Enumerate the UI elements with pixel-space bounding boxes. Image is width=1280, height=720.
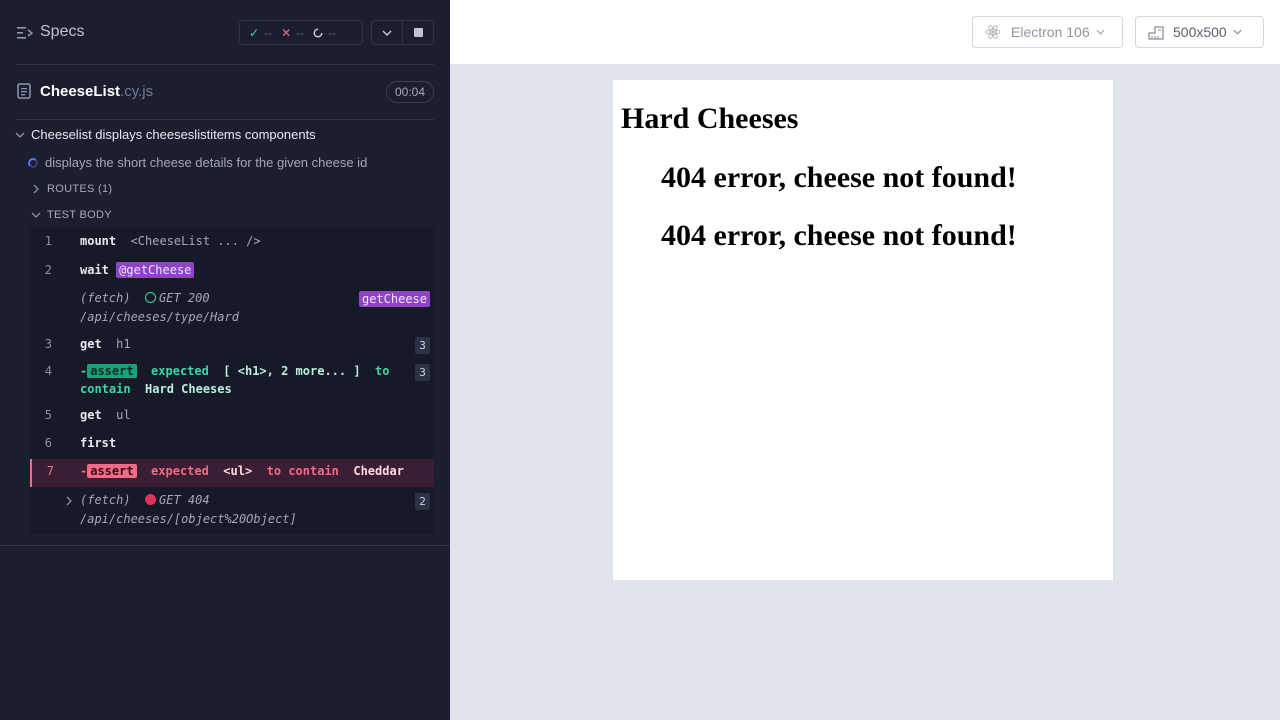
command-row[interactable]: 2 wait @getCheese: [30, 262, 434, 283]
reporter-panel: Specs ✓ -- ✕ -- -- CheeseList.cy.js 00:0…: [0, 0, 450, 720]
duration-badge: 00:04: [386, 81, 434, 103]
routes-toggle[interactable]: ROUTES (1): [30, 183, 112, 195]
stat-pending: --: [313, 26, 336, 40]
chevron-down-icon: [31, 212, 41, 218]
request-count-badge: 2: [415, 493, 430, 510]
suite-title-row[interactable]: Cheeselist displays cheeseslistitems com…: [14, 127, 316, 142]
stat-passed: ✓ --: [249, 25, 273, 40]
test-title-row[interactable]: displays the short cheese details for th…: [28, 155, 367, 170]
chevron-right-icon: [33, 184, 39, 194]
viewport-selector[interactable]: 500x500: [1135, 16, 1264, 48]
command-row[interactable]: 5 get ul: [30, 408, 434, 428]
divider: [16, 119, 434, 120]
test-body-toggle[interactable]: TEST BODY: [30, 209, 112, 221]
alias-badge[interactable]: getCheese: [358, 291, 430, 307]
command-row[interactable]: 3 get h1 3: [30, 337, 434, 357]
list-item: 404 error, cheese not found!: [661, 161, 1017, 194]
aut-iframe: Hard Cheeses 404 error, cheese not found…: [613, 80, 1113, 580]
ruler-icon: [1148, 26, 1164, 40]
test-stats: ✓ -- ✕ -- --: [239, 20, 363, 45]
page-heading: Hard Cheeses: [621, 102, 799, 135]
running-spinner-icon: [28, 157, 38, 168]
chevron-down-icon: [15, 132, 25, 138]
assert-row[interactable]: 4 - assert expected [ <h1>, 2 more... ] t…: [30, 364, 434, 400]
browser-selector[interactable]: Electron 106: [972, 16, 1123, 48]
pending-status-icon: [145, 292, 157, 303]
fetch-row[interactable]: (fetch) GET 404 /api/cheeses/[object%20O…: [30, 493, 434, 531]
fetch-row[interactable]: (fetch) GET 200 /api/cheeses/type/Hard g…: [30, 291, 434, 329]
element-count-badge: 3: [415, 337, 430, 354]
stat-failed: ✕ --: [281, 25, 305, 40]
spec-file-row: CheeseList.cy.js 00:04: [0, 72, 450, 112]
list-item: 404 error, cheese not found!: [661, 219, 1017, 252]
element-count-badge: 3: [415, 364, 430, 381]
divider: [16, 64, 434, 65]
chevron-down-icon: [1096, 29, 1105, 35]
spinner-icon: [313, 27, 323, 38]
electron-icon: [985, 25, 1001, 39]
chevron-down-icon: [382, 29, 392, 36]
command-row[interactable]: 1 mount <CheeseList ... />: [30, 234, 434, 254]
stop-icon: [413, 28, 423, 37]
divider: [0, 545, 450, 546]
file-icon: [17, 83, 31, 99]
alias-badge[interactable]: @getCheese: [116, 262, 195, 278]
x-icon: ✕: [281, 25, 292, 40]
command-log: 1 mount <CheeseList ... /> 2 wait @getCh…: [30, 228, 434, 534]
expand-collapse-button[interactable]: [372, 21, 402, 44]
aut-header: Electron 106 500x500: [450, 0, 1280, 64]
reporter-header: Specs ✓ -- ✕ -- --: [0, 0, 450, 64]
chevron-down-icon: [1233, 29, 1242, 35]
failed-assert-row[interactable]: 7 - assert expected <ul> to contain Chedd…: [30, 459, 434, 487]
run-controls: [371, 20, 434, 45]
stop-button[interactable]: [402, 21, 433, 44]
command-row[interactable]: 6 first: [30, 436, 434, 456]
specs-icon[interactable]: [17, 26, 33, 40]
specs-title[interactable]: Specs: [40, 23, 84, 41]
spec-file-name[interactable]: CheeseList.cy.js: [40, 83, 153, 100]
chevron-right-icon[interactable]: [66, 496, 72, 506]
error-status-icon: [145, 494, 157, 505]
check-icon: ✓: [249, 25, 260, 40]
